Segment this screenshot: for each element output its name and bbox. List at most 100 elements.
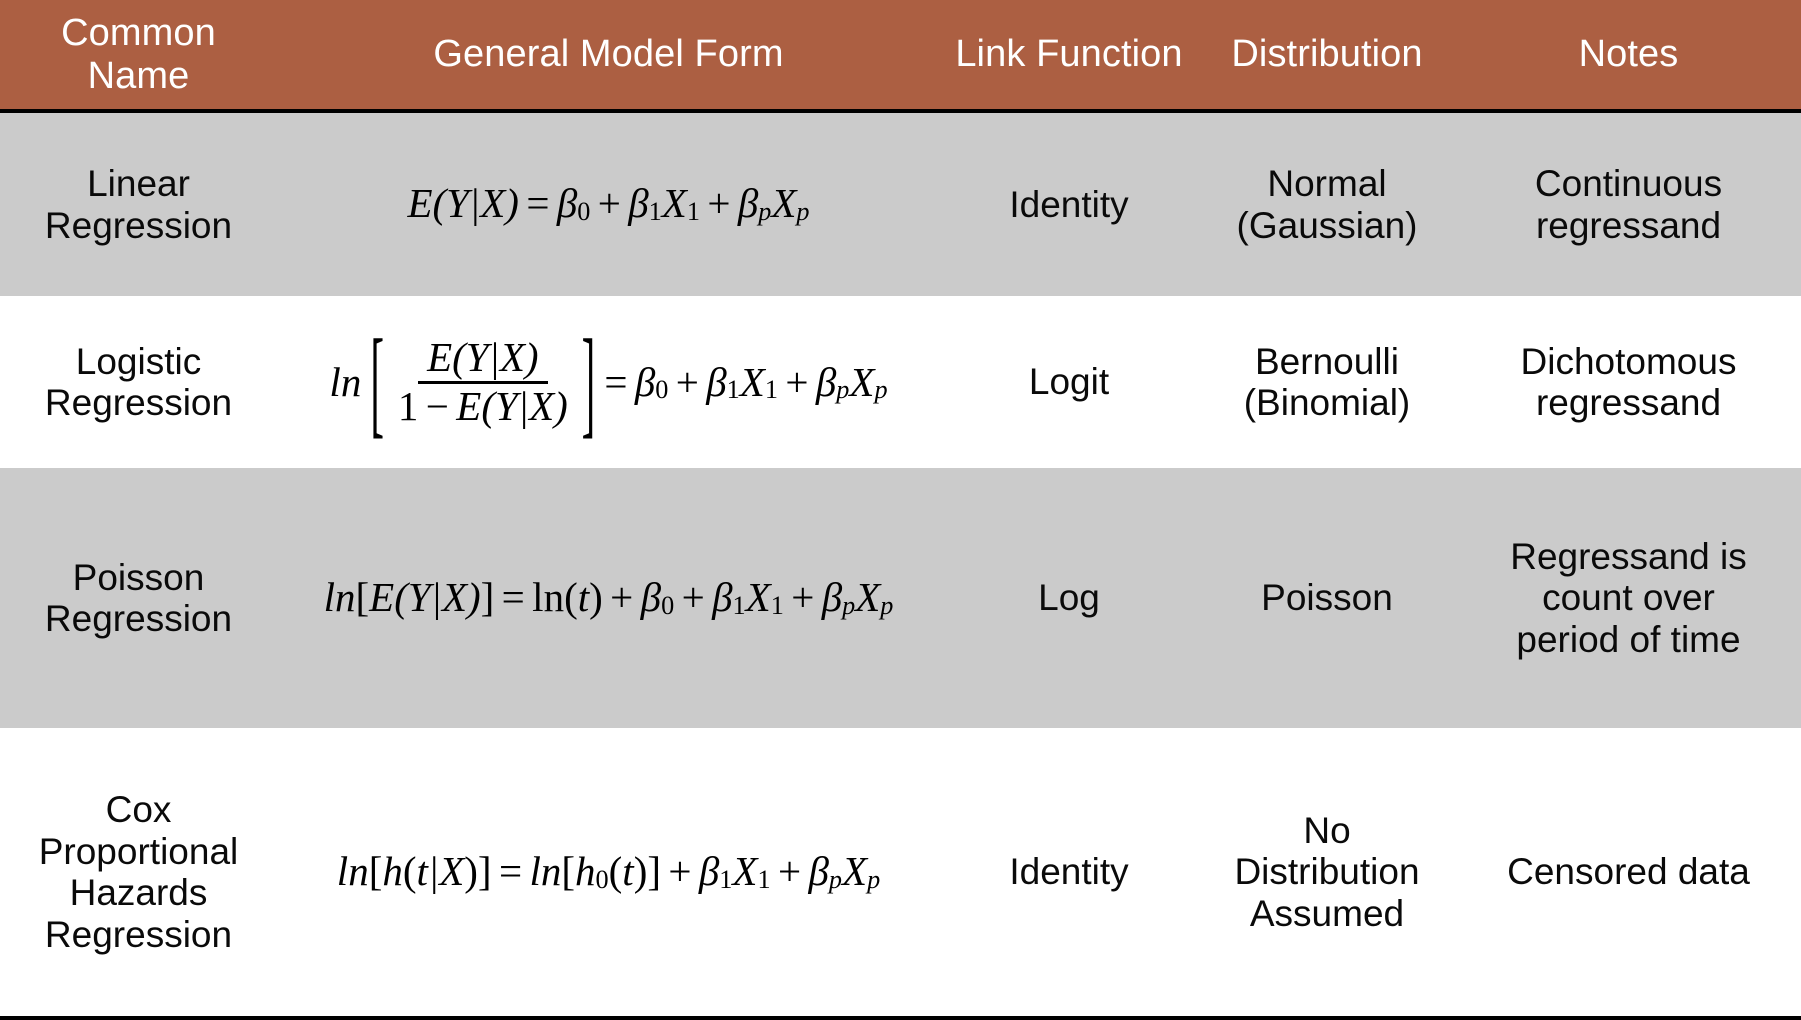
math-token-E: E [407,180,433,227]
math-fraction-denominator: 1− E(Y|X) [389,384,577,428]
cell-common-name: Linear Regression [0,111,277,296]
math-token-rparen: ) [589,573,603,620]
math-token-lparen: ( [608,847,623,894]
distribution-line: Bernoulli [1255,340,1399,382]
math-token-plus: + [610,573,634,620]
math-token-X: X [499,333,525,380]
math-sub-p: p [828,864,843,894]
math-token-beta: β [706,358,727,405]
math-token-lparen: ( [564,573,578,620]
cell-general-model-form: ln[h(t | X)] = ln[h 0(t)] + β1X1 + βpXp [277,728,940,1018]
distribution-line: Distribution [1234,851,1420,893]
math-token-beta: β [815,358,837,405]
math-token-X: X [745,573,771,620]
header-line: Notes [1578,33,1679,76]
math-token-bar: | [468,180,481,227]
math-token-X: X [771,180,797,227]
math-sub-p: p [842,590,856,620]
math-token-bar: | [517,382,530,429]
header-line: Common [61,12,216,54]
cell-general-model-form: ln[E(Y | X)] = ln(t) + β0 + β1X1 + βpXp [277,468,940,728]
math-token-beta: β [712,573,733,620]
math-bracket-left: [ [561,847,575,894]
math-token-ln: ln [532,573,565,620]
header-line: Distribution [1231,33,1423,76]
math-token-E: E [369,573,395,620]
math-sub-0: 0 [577,197,591,227]
math-token-t: t [577,573,590,620]
math-token-equals: = [604,358,628,405]
math-token-ln: ln [323,573,356,620]
name-line: Poisson [72,556,205,598]
formula-logistic-regression: ln [ E(Y|X) 1− E(Y|X) ] = β0 + β1X1 + βpX… [329,320,888,441]
math-token-X: X [439,847,465,894]
math-token-X: X [849,358,875,405]
cell-link-function: Log [1038,577,1100,619]
math-token-Y: Y [407,573,431,620]
notes-line: Censored data [1507,851,1750,893]
math-token-beta: β [821,573,843,620]
math-sub-0: 0 [595,864,609,894]
cell-distribution: Poisson [1198,468,1456,728]
formula-poisson-regression: ln[E(Y | X)] = ln(t) + β0 + β1X1 + βpXp [323,573,894,620]
cell-distribution: No Distribution Assumed [1198,728,1456,1018]
name-line: Regression [44,382,233,424]
math-token-plus: + [668,847,692,894]
math-token-beta: β [556,180,578,227]
cell-notes: Continuous regressand [1456,111,1801,296]
math-token-bar: | [488,333,500,380]
name-line: Proportional [38,830,239,872]
math-token-Y: Y [446,180,469,227]
math-token-bar: | [430,573,442,620]
notes-line: Regressand is [1510,535,1747,577]
cell-link-function: Logit [1028,361,1110,403]
column-header-notes: Notes [1456,0,1801,111]
math-sub-1: 1 [770,590,784,620]
formula-cox-proportional-hazards: ln[h(t | X)] = ln[h 0(t)] + β1X1 + βpXp [337,847,880,894]
distribution-line: (Gaussian) [1236,204,1418,246]
math-token-beta: β [634,358,656,405]
math-sub-p: p [874,375,888,405]
table-row: Logistic Regression ln [ E(Y|X) 1− E(Y|X)… [0,296,1801,469]
header-line: Link Function [955,33,1183,76]
column-header-link-function: Link Function [940,0,1198,111]
math-token-X: X [441,573,467,620]
math-token-rparen: ) [464,847,478,894]
math-fraction-numerator: E(Y|X) [418,333,548,384]
math-token-rparen: ) [524,333,539,380]
math-token-one: 1 [397,382,419,429]
math-bracket-left: [ [370,312,384,449]
math-token-X: X [855,573,881,620]
math-token-X: X [529,382,555,429]
math-token-rparen: ) [554,382,568,429]
math-token-lparen: ( [394,573,408,620]
math-bracket-right: ] [480,573,495,620]
name-line: Regression [44,204,233,246]
math-token-Y: Y [494,382,518,429]
name-line: Regression [44,598,233,640]
math-sub-0: 0 [661,590,675,620]
math-sub-1: 1 [757,864,771,894]
math-token-X: X [732,847,758,894]
header-row: Common Name General Model Form Link Func… [0,0,1801,112]
name-line: Logistic [75,340,202,382]
math-token-rparen: ) [505,180,519,227]
column-header-general-model-form: General Model Form [277,0,940,111]
notes-line: count over [1542,577,1715,619]
math-token-h: h [382,847,403,894]
math-token-plus: + [681,573,705,620]
math-token-lparen: ( [481,382,495,429]
formula-linear-regression: E(Y | X) = β0 + β1X1 + βpXp [407,180,809,227]
math-sub-p: p [758,197,772,227]
notes-line: regressand [1535,382,1722,424]
distribution-line: Assumed [1249,892,1405,934]
header-line: General Model Form [433,33,784,76]
math-bracket-right: ] [477,847,492,894]
math-token-minus: − [425,382,449,429]
math-token-t: t [416,847,428,894]
notes-line: period of time [1516,618,1741,660]
math-sub-p: p [836,375,850,405]
math-token-X: X [739,358,765,405]
math-token-X: X [842,847,868,894]
math-token-beta: β [640,573,662,620]
